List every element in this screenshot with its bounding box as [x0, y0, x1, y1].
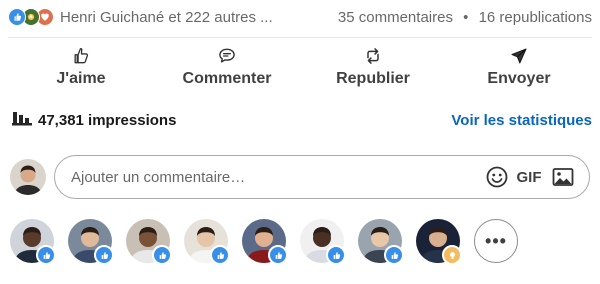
reactor-avatar[interactable] — [416, 219, 462, 265]
reactor-avatar[interactable] — [126, 219, 172, 265]
reactor-avatar[interactable] — [68, 219, 114, 265]
view-statistics-link[interactable]: Voir les statistiques — [451, 112, 592, 129]
reactor-avatar[interactable] — [300, 219, 346, 265]
like-icon — [210, 245, 230, 265]
more-reactors-button[interactable]: ••• — [474, 219, 518, 263]
gif-button[interactable]: GIF — [515, 165, 543, 189]
like-icon — [94, 245, 114, 265]
comment-button[interactable]: Commenter — [154, 38, 300, 96]
repost-icon — [367, 48, 379, 64]
current-user-avatar[interactable] — [10, 159, 46, 195]
comment-icon — [219, 48, 235, 63]
reaction-icons[interactable] — [8, 8, 54, 26]
comment-label: Commenter — [182, 70, 272, 87]
like-icon — [326, 245, 346, 265]
impressions-row: 47,381 impressions Voir les statistiques — [12, 106, 592, 134]
social-counts-row: Henri Guichané et 222 autres ... 35 comm… — [8, 3, 592, 31]
reactor-avatars: ••• — [10, 219, 518, 265]
like-label: J'aime — [56, 70, 106, 87]
reposts-count[interactable]: 16 republications — [479, 9, 592, 26]
comment-input[interactable] — [69, 167, 485, 187]
thumbs-up-icon — [74, 47, 89, 64]
reactions-text[interactable]: Henri Guichané et 222 autres ... — [60, 9, 273, 26]
emoji-icon[interactable] — [485, 165, 509, 189]
like-icon — [36, 245, 56, 265]
repost-button[interactable]: Republier — [300, 38, 446, 96]
insightful-icon — [442, 245, 462, 265]
send-label: Envoyer — [487, 70, 551, 87]
reactor-avatar[interactable] — [10, 219, 56, 265]
like-icon — [152, 245, 172, 265]
repost-label: Republier — [336, 70, 410, 87]
like-button[interactable]: J'aime — [8, 38, 154, 96]
impressions-count[interactable]: 47,381 impressions — [38, 112, 176, 129]
send-button[interactable]: Envoyer — [446, 38, 592, 96]
like-icon — [8, 8, 26, 26]
separator-dot: • — [463, 8, 469, 26]
action-bar: J'aime Commenter Republier Envoyer — [8, 38, 592, 96]
like-icon — [268, 245, 288, 265]
comment-box: GIF — [54, 155, 590, 199]
image-icon[interactable] — [551, 165, 575, 189]
bar-chart-icon — [12, 109, 32, 132]
reactor-avatar[interactable] — [242, 219, 288, 265]
send-icon — [511, 48, 527, 64]
reactor-avatar[interactable] — [184, 219, 230, 265]
comments-reposts-counts: 35 commentaires • 16 republications — [338, 9, 592, 26]
comments-count[interactable]: 35 commentaires — [338, 9, 453, 26]
reactor-avatar[interactable] — [358, 219, 404, 265]
like-icon — [384, 245, 404, 265]
